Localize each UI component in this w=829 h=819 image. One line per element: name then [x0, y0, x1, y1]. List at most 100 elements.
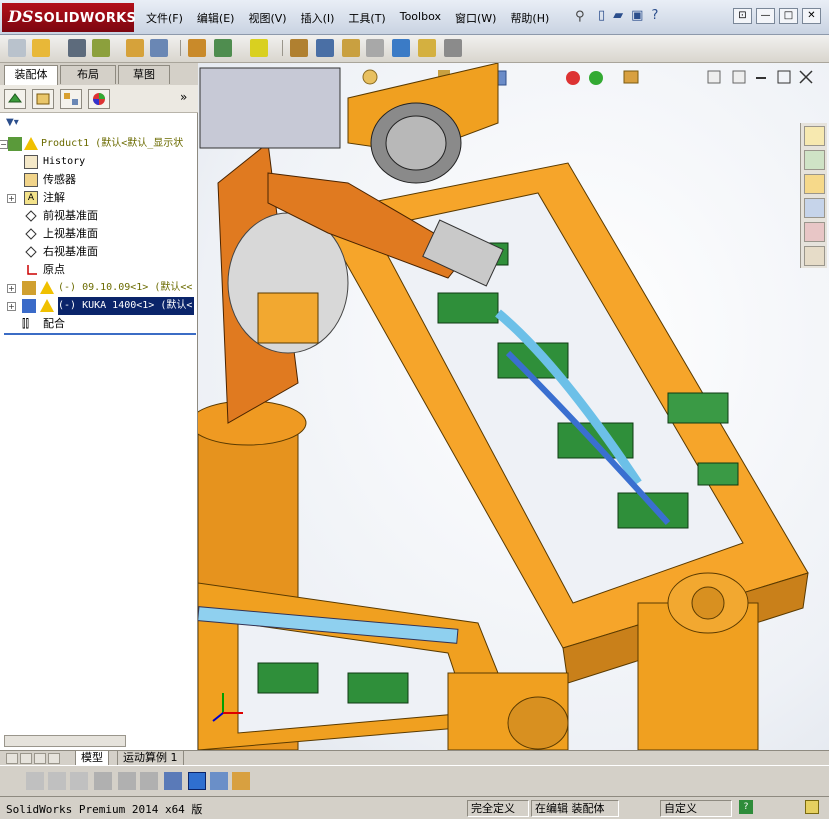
status-app-version: SolidWorks Premium 2014 x64 版 — [6, 803, 203, 816]
help-icon[interactable]: ? — [651, 8, 658, 23]
tree-node-right-plane[interactable]: 右视基准面 — [0, 243, 198, 261]
pin-icon[interactable]: ⚲ — [575, 9, 585, 24]
tab-model[interactable]: 模型 — [75, 751, 109, 766]
assembly-model-render[interactable] — [198, 63, 829, 750]
last-tab-icon[interactable] — [48, 753, 60, 764]
menu-insert[interactable]: 插入(I) — [301, 10, 335, 26]
expand-panel-icon[interactable]: » — [180, 90, 187, 104]
menu-tools[interactable]: 工具(T) — [348, 10, 385, 26]
instant3d-icon[interactable] — [392, 39, 410, 57]
move-component-icon[interactable] — [126, 39, 144, 57]
graphics-viewport[interactable] — [198, 63, 829, 750]
rotate-component-icon[interactable] — [150, 39, 168, 57]
exploded-view-icon[interactable] — [316, 39, 334, 57]
tile-view-icon[interactable] — [210, 772, 228, 790]
configuration-manager-icon[interactable] — [60, 89, 82, 109]
rebuild-icon[interactable]: ? — [739, 800, 753, 814]
status-units[interactable]: 自定义 — [660, 800, 732, 817]
expand-toggle[interactable]: − — [0, 140, 8, 149]
tab-motion-study[interactable]: 运动算例 1 — [117, 751, 184, 766]
menu-edit[interactable]: 编辑(E) — [197, 10, 235, 26]
interference-detection-icon[interactable] — [290, 39, 308, 57]
large-assembly-mode-icon[interactable] — [444, 39, 462, 57]
reference-geometry-icon[interactable] — [250, 39, 268, 57]
play-icon[interactable] — [48, 772, 66, 790]
expand-toggle[interactable]: + — [7, 194, 16, 203]
minimize-button[interactable]: — — [756, 8, 775, 24]
mate-icon[interactable] — [188, 39, 206, 57]
sensor-icon — [24, 173, 38, 187]
linear-pattern-icon[interactable] — [92, 39, 110, 57]
property-manager-icon[interactable] — [32, 89, 54, 109]
prev-tab-icon[interactable] — [20, 753, 32, 764]
file-explorer-icon[interactable] — [804, 174, 825, 194]
tree-node-component-09[interactable]: + (-) 09.10.09<1> (默认<< — [0, 279, 198, 297]
tree-node-top-plane[interactable]: 上视基准面 — [0, 225, 198, 243]
title-menu-bar: DS SOLIDWORKS 文件(F) 编辑(E) 视图(V) 插入(I) 工具… — [0, 0, 829, 35]
next-tab-icon[interactable] — [34, 753, 46, 764]
animation-wizard-icon[interactable] — [140, 772, 158, 790]
stop-icon[interactable] — [70, 772, 88, 790]
insert-component-icon[interactable] — [8, 39, 26, 57]
smart-fasteners-icon[interactable] — [68, 39, 86, 57]
tab-sketch[interactable]: 草图 — [118, 65, 170, 84]
restore-panel-button[interactable]: ⊡ — [733, 8, 752, 24]
tree-node-sensors[interactable]: 传感器 — [0, 171, 198, 189]
expand-toggle[interactable]: + — [7, 302, 16, 311]
explode-line-sketch-icon[interactable] — [342, 39, 360, 57]
new-part-icon[interactable] — [32, 39, 50, 57]
feature-manager-icon[interactable] — [4, 89, 26, 109]
save-icon[interactable]: ▣ — [631, 8, 643, 23]
open-document-icon[interactable]: ▰ — [613, 8, 623, 23]
menu-view[interactable]: 视图(V) — [248, 10, 286, 26]
tree-horizontal-scrollbar[interactable] — [4, 735, 126, 747]
tree-node-label: 传感器 — [43, 173, 76, 186]
app-brand: SOLIDWORKS — [34, 11, 137, 26]
playback-speed-icon[interactable] — [94, 772, 112, 790]
assembly-features-icon[interactable] — [214, 39, 232, 57]
home-icon[interactable] — [804, 126, 825, 146]
tags-icon[interactable] — [805, 800, 819, 814]
expand-toggle[interactable]: + — [7, 284, 16, 293]
rotary-table — [370, 102, 462, 184]
save-animation-icon[interactable] — [118, 772, 136, 790]
snapshot-icon[interactable] — [418, 39, 436, 57]
first-tab-icon[interactable] — [6, 753, 18, 764]
warning-icon — [24, 137, 38, 150]
tree-node-product1[interactable]: − Product1 (默认<默认_显示状 — [0, 135, 198, 153]
autokey-icon[interactable] — [164, 772, 182, 790]
menu-toolbox[interactable]: Toolbox — [400, 10, 441, 26]
solidworks-logo[interactable]: DS SOLIDWORKS — [2, 3, 137, 32]
design-library-icon[interactable] — [804, 150, 825, 170]
assembly-icon — [8, 137, 22, 151]
new-document-icon[interactable]: ▯ — [598, 8, 605, 23]
menu-file[interactable]: 文件(F) — [146, 10, 183, 26]
close-button[interactable]: ✕ — [802, 8, 821, 24]
view-palette-icon[interactable] — [804, 198, 825, 218]
tab-layout[interactable]: 布局 — [60, 65, 116, 84]
appearances-icon[interactable] — [804, 222, 825, 242]
maximize-button[interactable]: □ — [779, 8, 798, 24]
tree-node-label: 注解 — [43, 191, 65, 204]
tree-node-front-plane[interactable]: 前视基准面 — [0, 207, 198, 225]
warning-icon — [40, 299, 54, 312]
plane-icon — [25, 246, 37, 258]
tree-node-kuka-1400[interactable]: + (-) KUKA 1400<1> (默认< — [0, 297, 198, 315]
results-plot-icon[interactable] — [232, 772, 250, 790]
motion-toolbar — [0, 765, 829, 796]
menu-help[interactable]: 帮助(H) — [510, 10, 549, 26]
view-orientation-icon[interactable] — [188, 772, 206, 790]
tree-node-origin[interactable]: 原点 — [0, 261, 198, 279]
tree-node-history[interactable]: History — [0, 153, 198, 171]
tab-assembly[interactable]: 装配体 — [4, 65, 58, 85]
filter-icon[interactable]: ▼▾ — [6, 117, 19, 128]
menu-window[interactable]: 窗口(W) — [455, 10, 496, 26]
task-pane — [800, 123, 827, 268]
part-icon — [22, 281, 36, 295]
calculate-icon[interactable] — [26, 772, 44, 790]
display-manager-icon[interactable] — [88, 89, 110, 109]
custom-properties-icon[interactable] — [804, 246, 825, 266]
tree-node-mates[interactable]: ⫿⫿ 配合 — [0, 315, 198, 333]
bill-of-materials-icon[interactable] — [366, 39, 384, 57]
tree-node-annotations[interactable]: + A 注解 — [0, 189, 198, 207]
